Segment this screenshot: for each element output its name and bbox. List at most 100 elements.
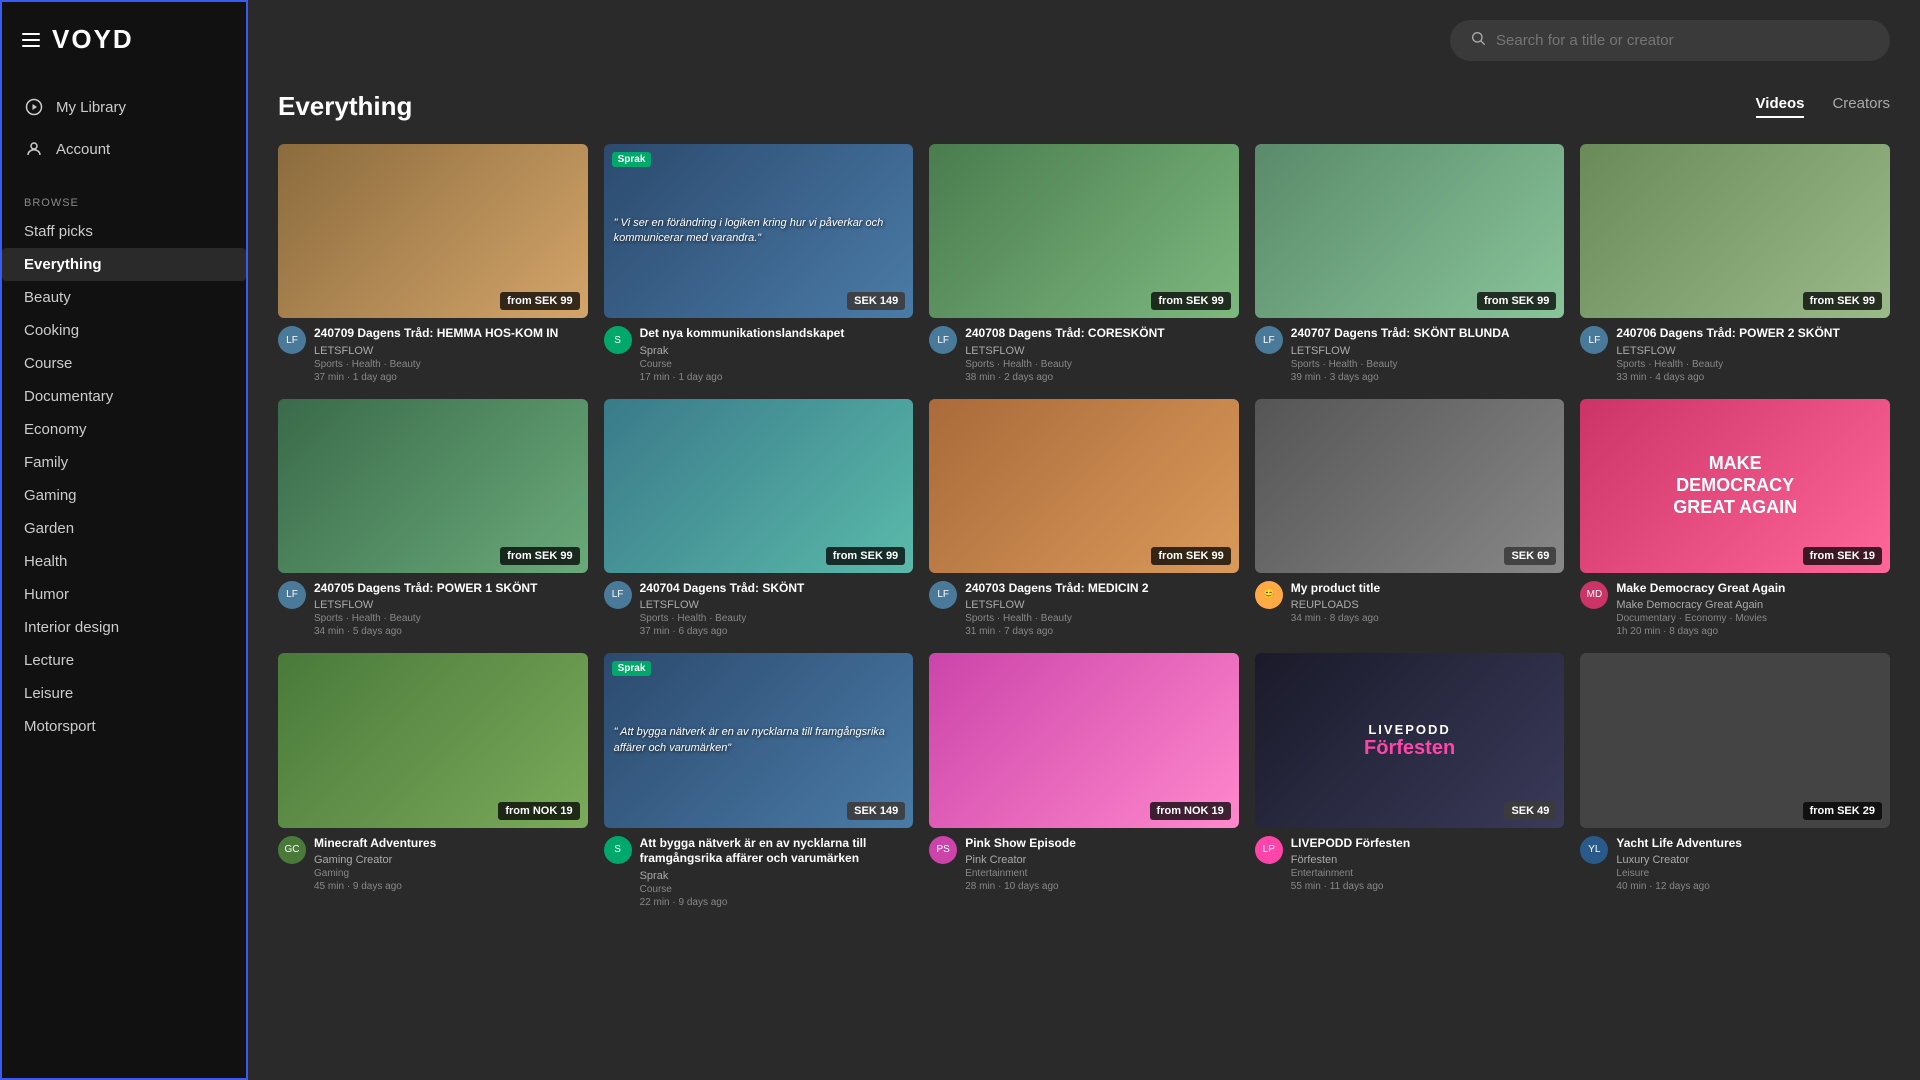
video-meta: GC Minecraft Adventures Gaming Creator G… <box>278 836 588 893</box>
video-card[interactable]: from SEK 99 LF 240707 Dagens Tråd: SKÖNT… <box>1255 144 1565 383</box>
video-tags: Entertainment <box>965 868 1239 879</box>
sidebar-item-garden[interactable]: Garden <box>2 512 246 545</box>
sidebar-item-leisure[interactable]: Leisure <box>2 677 246 710</box>
video-meta: LF 240707 Dagens Tråd: SKÖNT BLUNDA LETS… <box>1255 326 1565 383</box>
price-badge: from SEK 99 <box>500 292 579 310</box>
video-duration: 39 min · 3 days ago <box>1291 372 1565 383</box>
price-badge: from SEK 99 <box>1477 292 1556 310</box>
logo: VOYD <box>52 24 134 55</box>
categories-list: Staff picksEverythingBeautyCookingCourse… <box>2 215 246 743</box>
video-card[interactable]: SEK 69 😊 My product title REUPLOADS 34 m… <box>1255 399 1565 638</box>
search-box[interactable] <box>1450 20 1890 61</box>
price-badge: from SEK 29 <box>1803 802 1882 820</box>
sidebar-item-family[interactable]: Family <box>2 446 246 479</box>
video-creator: Gaming Creator <box>314 854 588 866</box>
sidebar-item-gaming[interactable]: Gaming <box>2 479 246 512</box>
video-creator: LETSFLOW <box>314 345 588 357</box>
sidebar-item-everything[interactable]: Everything <box>2 248 246 281</box>
video-info: 240707 Dagens Tråd: SKÖNT BLUNDA LETSFLO… <box>1291 326 1565 383</box>
sidebar-item-beauty[interactable]: Beauty <box>2 281 246 314</box>
main-content: Everything Videos Creators from SEK 99 L… <box>248 0 1920 1080</box>
sidebar-item-cooking[interactable]: Cooking <box>2 314 246 347</box>
sidebar-item-staff-picks[interactable]: Staff picks <box>2 215 246 248</box>
sidebar-item-motorsport[interactable]: Motorsport <box>2 710 246 743</box>
hamburger-icon[interactable] <box>22 33 40 47</box>
video-thumbnail: MAKEDEMOCRACYGREAT AGAIN from SEK 19 <box>1580 399 1890 573</box>
video-info: Make Democracy Great Again Make Democrac… <box>1616 581 1890 638</box>
video-card[interactable]: MAKEDEMOCRACYGREAT AGAIN from SEK 19 MD … <box>1580 399 1890 638</box>
video-title: 240705 Dagens Tråd: POWER 1 SKÖNT <box>314 581 588 597</box>
video-meta: S Det nya kommunikationslandskapet Sprak… <box>604 326 914 383</box>
sidebar-item-account[interactable]: Account <box>2 129 246 169</box>
video-creator: Make Democracy Great Again <box>1616 599 1890 611</box>
video-duration: 33 min · 4 days ago <box>1616 372 1890 383</box>
video-card[interactable]: Sprak " Vi ser en förändring i logiken k… <box>604 144 914 383</box>
video-card[interactable]: from SEK 29 YL Yacht Life Adventures Lux… <box>1580 653 1890 907</box>
video-card[interactable]: from NOK 19 GC Minecraft Adventures Gami… <box>278 653 588 907</box>
video-tags: Sports · Health · Beauty <box>314 613 588 624</box>
account-label: Account <box>56 141 110 158</box>
sidebar-item-lecture[interactable]: Lecture <box>2 644 246 677</box>
video-tags: Sports · Health · Beauty <box>1616 359 1890 370</box>
video-meta: MD Make Democracy Great Again Make Democ… <box>1580 581 1890 638</box>
search-input[interactable] <box>1496 32 1870 49</box>
video-meta: YL Yacht Life Adventures Luxury Creator … <box>1580 836 1890 893</box>
video-title: Make Democracy Great Again <box>1616 581 1890 597</box>
video-info: LIVEPODD Förfesten Förfesten Entertainme… <box>1291 836 1565 893</box>
sidebar-item-course[interactable]: Course <box>2 347 246 380</box>
forfesten-label: Förfesten <box>1364 737 1455 760</box>
main-header <box>248 0 1920 81</box>
video-thumbnail: from NOK 19 <box>278 653 588 827</box>
video-creator: LETSFLOW <box>314 599 588 611</box>
search-icon <box>1470 30 1486 51</box>
video-card[interactable]: LIVEPODD Förfesten SEK 49 LP LIVEPODD Fö… <box>1255 653 1565 907</box>
price-badge: from NOK 19 <box>498 802 579 820</box>
content-area: Everything Videos Creators from SEK 99 L… <box>248 81 1920 938</box>
video-meta: LF 240708 Dagens Tråd: CORESKÖNT LETSFLO… <box>929 326 1239 383</box>
video-tags: Sports · Health · Beauty <box>314 359 588 370</box>
video-meta: LF 240703 Dagens Tråd: MEDICIN 2 LETSFLO… <box>929 581 1239 638</box>
video-title: Minecraft Adventures <box>314 836 588 852</box>
sidebar-item-economy[interactable]: Economy <box>2 413 246 446</box>
video-card[interactable]: from SEK 99 LF 240705 Dagens Tråd: POWER… <box>278 399 588 638</box>
video-card[interactable]: from SEK 99 LF 240709 Dagens Tråd: HEMMA… <box>278 144 588 383</box>
video-thumbnail: from SEK 99 <box>1580 144 1890 318</box>
avatar: LF <box>929 326 957 354</box>
video-thumbnail: from SEK 99 <box>929 144 1239 318</box>
video-thumbnail: from SEK 99 <box>278 399 588 573</box>
video-info: Minecraft Adventures Gaming Creator Gami… <box>314 836 588 893</box>
video-card[interactable]: from SEK 99 LF 240703 Dagens Tråd: MEDIC… <box>929 399 1239 638</box>
video-card[interactable]: from SEK 99 LF 240708 Dagens Tråd: CORES… <box>929 144 1239 383</box>
price-badge: SEK 149 <box>847 802 905 820</box>
video-tags: Documentary · Economy · Movies <box>1616 613 1890 624</box>
avatar: PS <box>929 836 957 864</box>
video-thumbnail: Sprak " Vi ser en förändring i logiken k… <box>604 144 914 318</box>
video-info: My product title REUPLOADS 34 min · 8 da… <box>1291 581 1565 625</box>
sidebar-item-interior-design[interactable]: Interior design <box>2 611 246 644</box>
video-creator: LETSFLOW <box>1291 345 1565 357</box>
video-card[interactable]: from SEK 99 LF 240704 Dagens Tråd: SKÖNT… <box>604 399 914 638</box>
sidebar: VOYD My Library Account BROWSE Staff pic… <box>0 0 248 1080</box>
video-creator: LETSFLOW <box>965 599 1239 611</box>
avatar: LF <box>1255 326 1283 354</box>
video-card[interactable]: from NOK 19 PS Pink Show Episode Pink Cr… <box>929 653 1239 907</box>
person-icon <box>24 139 44 159</box>
sidebar-item-documentary[interactable]: Documentary <box>2 380 246 413</box>
avatar: LP <box>1255 836 1283 864</box>
sidebar-item-my-library[interactable]: My Library <box>2 87 246 127</box>
tab-creators[interactable]: Creators <box>1832 95 1890 118</box>
video-info: 240708 Dagens Tråd: CORESKÖNT LETSFLOW S… <box>965 326 1239 383</box>
sidebar-item-health[interactable]: Health <box>2 545 246 578</box>
avatar: LF <box>1580 326 1608 354</box>
video-title: My product title <box>1291 581 1565 597</box>
video-card[interactable]: Sprak " Att bygga nätverk är en av nyckl… <box>604 653 914 907</box>
democracy-text: MAKEDEMOCRACYGREAT AGAIN <box>1673 453 1797 518</box>
price-badge: from NOK 19 <box>1150 802 1231 820</box>
video-card[interactable]: from SEK 99 LF 240706 Dagens Tråd: POWER… <box>1580 144 1890 383</box>
video-tags: Sports · Health · Beauty <box>640 613 914 624</box>
video-info: 240704 Dagens Tråd: SKÖNT LETSFLOW Sport… <box>640 581 914 638</box>
tab-videos[interactable]: Videos <box>1756 95 1805 118</box>
sidebar-item-humor[interactable]: Humor <box>2 578 246 611</box>
video-duration: 45 min · 9 days ago <box>314 881 588 892</box>
avatar: LF <box>604 581 632 609</box>
